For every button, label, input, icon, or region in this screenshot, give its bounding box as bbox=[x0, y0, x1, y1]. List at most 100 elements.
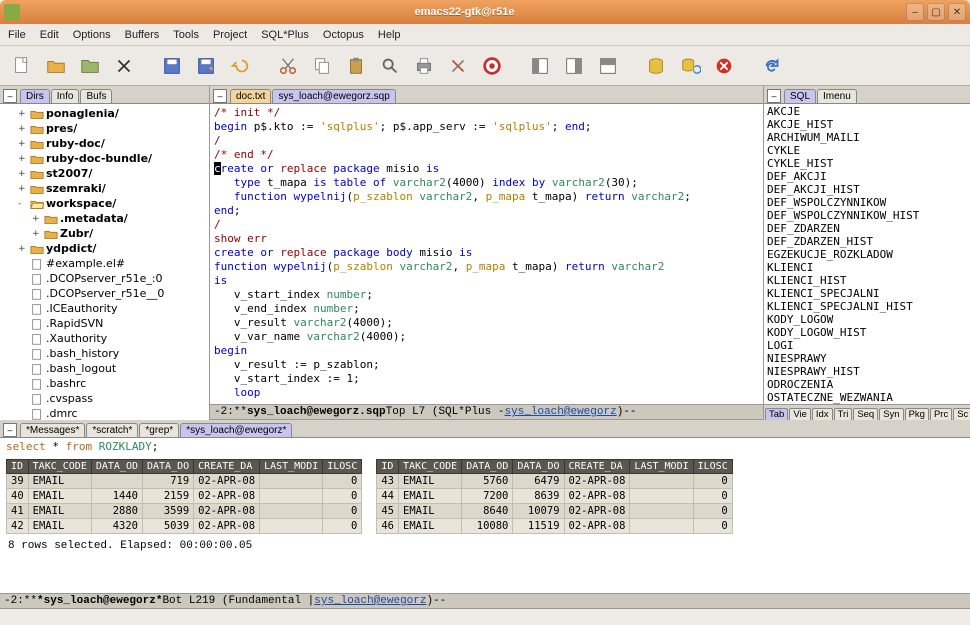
folder-node[interactable]: +pres/ bbox=[0, 121, 209, 136]
stop-icon[interactable] bbox=[710, 52, 738, 80]
result-table-1[interactable]: IDTAKC_CODEDATA_ODDATA_DOCREATE_DALAST_M… bbox=[6, 459, 362, 534]
sql-object[interactable]: KODY_LOGOW bbox=[767, 313, 967, 326]
database-icon[interactable] bbox=[642, 52, 670, 80]
file-node[interactable]: .bash_logout bbox=[0, 361, 209, 376]
sql-object[interactable]: DEF_AKCJI_HIST bbox=[767, 183, 967, 196]
tab-prc[interactable]: Prc bbox=[930, 408, 952, 420]
file-node[interactable]: .dmrc bbox=[0, 406, 209, 420]
pane-toggle-icon[interactable]: – bbox=[3, 423, 17, 437]
menu-file[interactable]: File bbox=[8, 29, 26, 41]
menu-octopus[interactable]: Octopus bbox=[323, 29, 364, 41]
cut-icon[interactable] bbox=[274, 52, 302, 80]
tab-tri[interactable]: Tri bbox=[834, 408, 853, 420]
tab-info[interactable]: Info bbox=[51, 89, 80, 103]
tab-imenu[interactable]: Imenu bbox=[817, 89, 857, 103]
tab-scratch[interactable]: *scratch* bbox=[86, 423, 138, 437]
copy-icon[interactable] bbox=[308, 52, 336, 80]
code-editor[interactable]: /* init */begin p$.kto := 'sqlplus'; p$.… bbox=[210, 104, 763, 404]
sql-object[interactable]: KLIENCI bbox=[767, 261, 967, 274]
menu-options[interactable]: Options bbox=[73, 29, 111, 41]
split-top-icon[interactable] bbox=[594, 52, 622, 80]
sql-object[interactable]: LOGI bbox=[767, 339, 967, 352]
folder-node[interactable]: +Zubr/ bbox=[0, 226, 209, 241]
file-node[interactable]: #example.el# bbox=[0, 256, 209, 271]
search-icon[interactable] bbox=[376, 52, 404, 80]
tab-sys_loachewegorz[interactable]: *sys_loach@ewegorz* bbox=[180, 423, 292, 437]
tab-dirs[interactable]: Dirs bbox=[20, 89, 50, 103]
sql-query[interactable]: select * from ROZKLADY; bbox=[0, 438, 970, 455]
sql-object[interactable]: KODY_LOGOW_HIST bbox=[767, 326, 967, 339]
save-icon[interactable] bbox=[158, 52, 186, 80]
maximize-button[interactable]: ▢ bbox=[927, 3, 945, 21]
refresh-icon[interactable] bbox=[758, 52, 786, 80]
split-left-icon[interactable] bbox=[526, 52, 554, 80]
minimize-button[interactable]: – bbox=[906, 3, 924, 21]
close-button[interactable]: ✕ bbox=[948, 3, 966, 21]
sql-object[interactable]: ODROCZENIA bbox=[767, 378, 967, 391]
tab-tab[interactable]: Tab bbox=[765, 408, 788, 420]
menu-sqlplus[interactable]: SQL*Plus bbox=[261, 29, 309, 41]
file-node[interactable]: .bashrc bbox=[0, 376, 209, 391]
preferences-icon[interactable] bbox=[444, 52, 472, 80]
folder-icon[interactable] bbox=[76, 52, 104, 80]
print-icon[interactable] bbox=[410, 52, 438, 80]
undo-icon[interactable] bbox=[226, 52, 254, 80]
folder-node[interactable]: +.metadata/ bbox=[0, 211, 209, 226]
tab-idx[interactable]: Idx bbox=[812, 408, 833, 420]
save-as-icon[interactable] bbox=[192, 52, 220, 80]
sql-object[interactable]: DEF_WSPOLCZYNNIKOW bbox=[767, 196, 967, 209]
sql-object[interactable]: DEF_ZDARZEN bbox=[767, 222, 967, 235]
file-node[interactable]: .cvspass bbox=[0, 391, 209, 406]
sql-object[interactable]: ARCHIWUM_MAILI bbox=[767, 131, 967, 144]
help-icon[interactable] bbox=[478, 52, 506, 80]
file-node[interactable]: .RapidSVN bbox=[0, 316, 209, 331]
tab-syn[interactable]: Syn bbox=[879, 408, 903, 420]
sql-object[interactable]: CYKLE_HIST bbox=[767, 157, 967, 170]
database-refresh-icon[interactable] bbox=[676, 52, 704, 80]
connection-link[interactable]: sys_loach@ewegorz bbox=[314, 595, 426, 607]
sql-object[interactable]: KLIENCI_HIST bbox=[767, 274, 967, 287]
tab-bufs[interactable]: Bufs bbox=[80, 89, 112, 103]
sql-object[interactable]: AKCJE bbox=[767, 105, 967, 118]
file-node[interactable]: .ICEauthority bbox=[0, 301, 209, 316]
sql-object[interactable]: KLIENCI_SPECJALNI bbox=[767, 287, 967, 300]
folder-node[interactable]: +ydpdict/ bbox=[0, 241, 209, 256]
menu-tools[interactable]: Tools bbox=[173, 29, 199, 41]
sql-object[interactable]: DEF_AKCJI bbox=[767, 170, 967, 183]
menu-edit[interactable]: Edit bbox=[40, 29, 59, 41]
sql-object[interactable]: DEF_WSPOLCZYNNIKOW_HIST bbox=[767, 209, 967, 222]
file-node[interactable]: .Xauthority bbox=[0, 331, 209, 346]
menu-buffers[interactable]: Buffers bbox=[125, 29, 160, 41]
tab-pkg[interactable]: Pkg bbox=[905, 408, 929, 420]
sql-object[interactable]: AKCJE_HIST bbox=[767, 118, 967, 131]
menu-project[interactable]: Project bbox=[213, 29, 247, 41]
folder-node[interactable]: +ruby-doc/ bbox=[0, 136, 209, 151]
open-folder-icon[interactable] bbox=[42, 52, 70, 80]
folder-node[interactable]: +ponaglenia/ bbox=[0, 106, 209, 121]
sql-object[interactable]: CYKLE bbox=[767, 144, 967, 157]
menu-help[interactable]: Help bbox=[378, 29, 401, 41]
file-node[interactable]: .DCOPserver_r51e_:0 bbox=[0, 271, 209, 286]
tab-doctxt[interactable]: doc.txt bbox=[230, 89, 271, 103]
sql-object[interactable]: KLIENCI_SPECJALNI_HIST bbox=[767, 300, 967, 313]
new-file-icon[interactable] bbox=[8, 52, 36, 80]
tab-Messages[interactable]: *Messages* bbox=[20, 423, 85, 437]
folder-node[interactable]: +ruby-doc-bundle/ bbox=[0, 151, 209, 166]
file-node[interactable]: .bash_history bbox=[0, 346, 209, 361]
folder-node[interactable]: +st2007/ bbox=[0, 166, 209, 181]
connection-link[interactable]: sys_loach@ewegorz bbox=[504, 406, 616, 418]
sql-object[interactable]: DEF_ZDARZEN_HIST bbox=[767, 235, 967, 248]
sql-object-list[interactable]: AKCJEAKCJE_HISTARCHIWUM_MAILICYKLECYKLE_… bbox=[764, 104, 970, 404]
folder-node[interactable]: -workspace/ bbox=[0, 196, 209, 211]
tab-sc[interactable]: Sc bbox=[953, 408, 970, 420]
sql-object[interactable]: NIESPRAWY bbox=[767, 352, 967, 365]
tab-seq[interactable]: Seq bbox=[853, 408, 878, 420]
paste-icon[interactable] bbox=[342, 52, 370, 80]
sql-object[interactable]: NIESPRAWY_HIST bbox=[767, 365, 967, 378]
split-right-icon[interactable] bbox=[560, 52, 588, 80]
pane-toggle-icon[interactable]: – bbox=[3, 89, 17, 103]
result-table-2[interactable]: IDTAKC_CODEDATA_ODDATA_DOCREATE_DALAST_M… bbox=[376, 459, 732, 534]
tab-sys_loachewegorzsqp[interactable]: sys_loach@ewegorz.sqp bbox=[272, 89, 395, 103]
file-node[interactable]: .DCOPserver_r51e__0 bbox=[0, 286, 209, 301]
tab-sql[interactable]: SQL bbox=[784, 89, 816, 103]
